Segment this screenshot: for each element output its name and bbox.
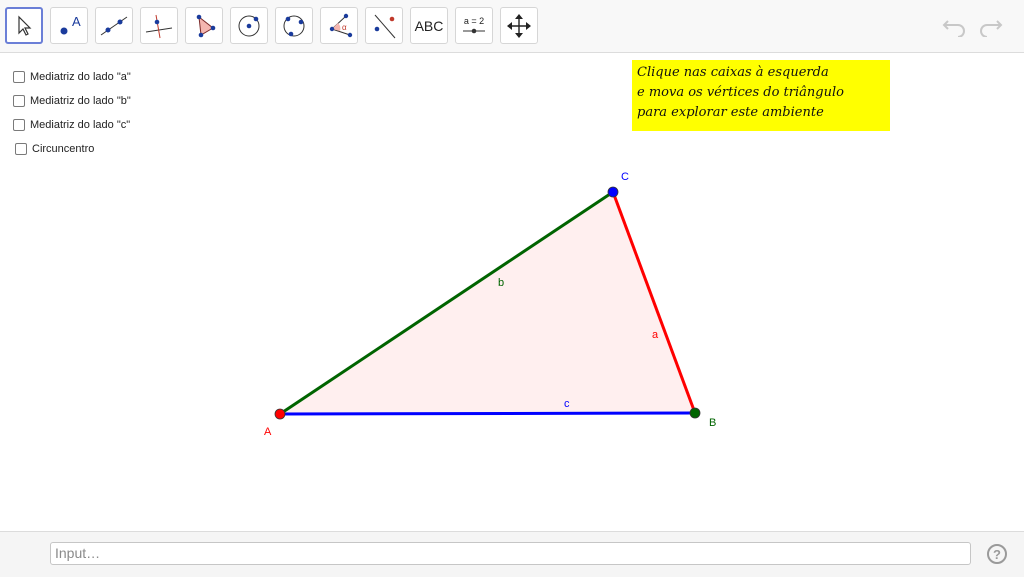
checkbox-label: Mediatriz do lado "a" — [30, 71, 131, 83]
input-bar: Input… ? — [0, 531, 1024, 577]
side-c[interactable] — [279, 411, 696, 416]
checkbox-box[interactable] — [13, 95, 25, 107]
checkbox-mediatriz-c[interactable]: Mediatriz do lado "c" — [13, 119, 130, 131]
help-icon[interactable]: ? — [987, 544, 1007, 564]
vertex-b-point[interactable] — [689, 407, 701, 419]
algebra-input-field[interactable]: Input… — [50, 542, 971, 565]
checkbox-box[interactable] — [13, 71, 25, 83]
vertex-a-label: A — [264, 426, 272, 438]
triangle-fill[interactable] — [280, 192, 695, 414]
note-line: para explorar este ambiente — [637, 105, 824, 120]
side-b-label: b — [498, 277, 504, 289]
instruction-note: Clique nas caixas à esquerda e mova os v… — [632, 60, 890, 131]
note-line: e mova os vértices do triângulo — [637, 85, 844, 100]
checkbox-box[interactable] — [13, 119, 25, 131]
vertex-b-label: B — [709, 417, 716, 429]
checkbox-box[interactable] — [15, 143, 27, 155]
checkbox-label: Circuncentro — [32, 143, 95, 155]
side-c-label: c — [564, 398, 570, 410]
side-a-label: a — [652, 329, 659, 341]
checkbox-mediatriz-a[interactable]: Mediatriz do lado "a" — [13, 71, 131, 83]
checkbox-circuncentro[interactable]: Circuncentro — [15, 143, 94, 155]
checkbox-label: Mediatriz do lado "c" — [30, 119, 131, 131]
vertex-a-point[interactable] — [274, 408, 286, 420]
note-line: Clique nas caixas à esquerda — [637, 65, 829, 80]
vertex-c-point[interactable] — [607, 186, 619, 198]
checkbox-label: Mediatriz do lado "b" — [30, 95, 131, 107]
checkbox-mediatriz-b[interactable]: Mediatriz do lado "b" — [13, 95, 131, 107]
vertex-c-label: C — [621, 171, 629, 183]
